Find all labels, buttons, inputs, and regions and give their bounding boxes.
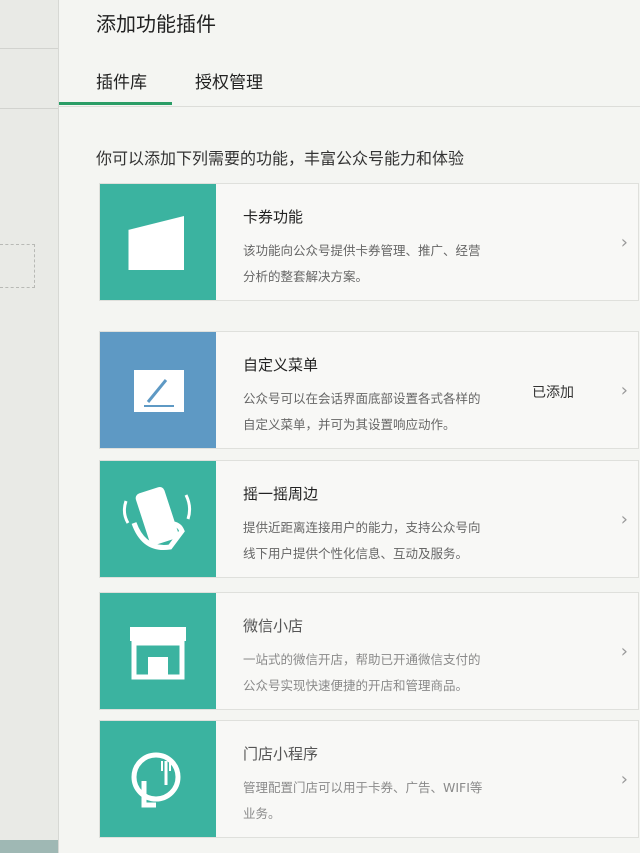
plugin-desc-line: 业务。 [243, 806, 281, 821]
tab-bar: 插件库 授权管理 [59, 56, 640, 107]
plugin-title: 卡券功能 [243, 208, 304, 226]
left-divider [0, 108, 58, 109]
tab-plugin-library[interactable]: 插件库 [96, 68, 147, 93]
chevron-right-icon: › [620, 380, 628, 401]
left-divider [0, 48, 58, 49]
plugin-desc-line: 管理配置门店可以用于卡券、广告、WIFI等 [243, 780, 483, 795]
shake-phone-icon [100, 461, 216, 577]
plugin-card-coupons[interactable]: 卡券功能 该功能向公众号提供卡券管理、推广、经营 分析的整套解决方案。 › [99, 183, 639, 301]
plugin-panel: 添加功能插件 插件库 授权管理 你可以添加下列需要的功能，丰富公众号能力和体验 … [59, 0, 640, 853]
plugin-desc-line: 线下用户提供个性化信息、互动及服务。 [243, 546, 469, 561]
tab-authorization[interactable]: 授权管理 [195, 68, 263, 93]
dashed-placeholder [0, 244, 35, 288]
background-left-strip [0, 0, 59, 853]
plugin-card-wechat-store[interactable]: 微信小店 一站式的微信开店，帮助已开通微信支付的 公众号实现快速便捷的开店和管理… [99, 592, 639, 710]
plugin-description: 公众号可以在会话界面底部设置各式各样的 自定义菜单，并可为其设置响应动作。 [243, 386, 543, 438]
plugin-desc-line: 公众号实现快速便捷的开店和管理商品。 [243, 678, 469, 693]
plugin-desc-line: 该功能向公众号提供卡券管理、推广、经营 [243, 243, 481, 258]
chevron-right-icon: › [620, 769, 628, 790]
active-tab-indicator [59, 102, 172, 105]
plugin-title: 微信小店 [243, 617, 304, 635]
added-status-label: 已添加 [532, 385, 574, 401]
plugin-desc-line: 公众号可以在会话界面底部设置各式各样的 [243, 391, 481, 406]
edit-menu-icon [100, 332, 216, 448]
store-icon [100, 593, 216, 709]
plugin-card-store-miniprogram[interactable]: 门店小程序 管理配置门店可以用于卡券、广告、WIFI等 业务。 › [99, 720, 639, 838]
plugin-desc-line: 一站式的微信开店，帮助已开通微信支付的 [243, 652, 481, 667]
chevron-right-icon: › [620, 232, 628, 253]
plugin-desc-line: 自定义菜单，并可为其设置响应动作。 [243, 417, 456, 432]
taskbar-fragment [0, 840, 58, 853]
location-pin-icon [100, 721, 216, 837]
plugin-card-custom-menu[interactable]: 自定义菜单 公众号可以在会话界面底部设置各式各样的 自定义菜单，并可为其设置响应… [99, 331, 639, 449]
plugin-description: 该功能向公众号提供卡券管理、推广、经营 分析的整套解决方案。 [243, 238, 543, 290]
plugin-description: 一站式的微信开店，帮助已开通微信支付的 公众号实现快速便捷的开店和管理商品。 [243, 647, 543, 699]
intro-text: 你可以添加下列需要的功能，丰富公众号能力和体验 [96, 149, 465, 168]
plugin-card-shake[interactable]: 摇一摇周边 提供近距离连接用户的能力，支持公众号向 线下用户提供个性化信息、互动… [99, 460, 639, 578]
plugin-desc-line: 分析的整套解决方案。 [243, 269, 369, 284]
chevron-right-icon: › [620, 509, 628, 530]
chevron-right-icon: › [620, 641, 628, 662]
card-icon [100, 184, 216, 300]
plugin-title: 摇一摇周边 [243, 485, 319, 503]
plugin-desc-line: 提供近距离连接用户的能力，支持公众号向 [243, 520, 481, 535]
page-title: 添加功能插件 [96, 12, 216, 36]
plugin-description: 管理配置门店可以用于卡券、广告、WIFI等 业务。 [243, 775, 543, 827]
plugin-title: 自定义菜单 [243, 356, 319, 374]
plugin-title: 门店小程序 [243, 745, 319, 763]
plugin-description: 提供近距离连接用户的能力，支持公众号向 线下用户提供个性化信息、互动及服务。 [243, 515, 543, 567]
